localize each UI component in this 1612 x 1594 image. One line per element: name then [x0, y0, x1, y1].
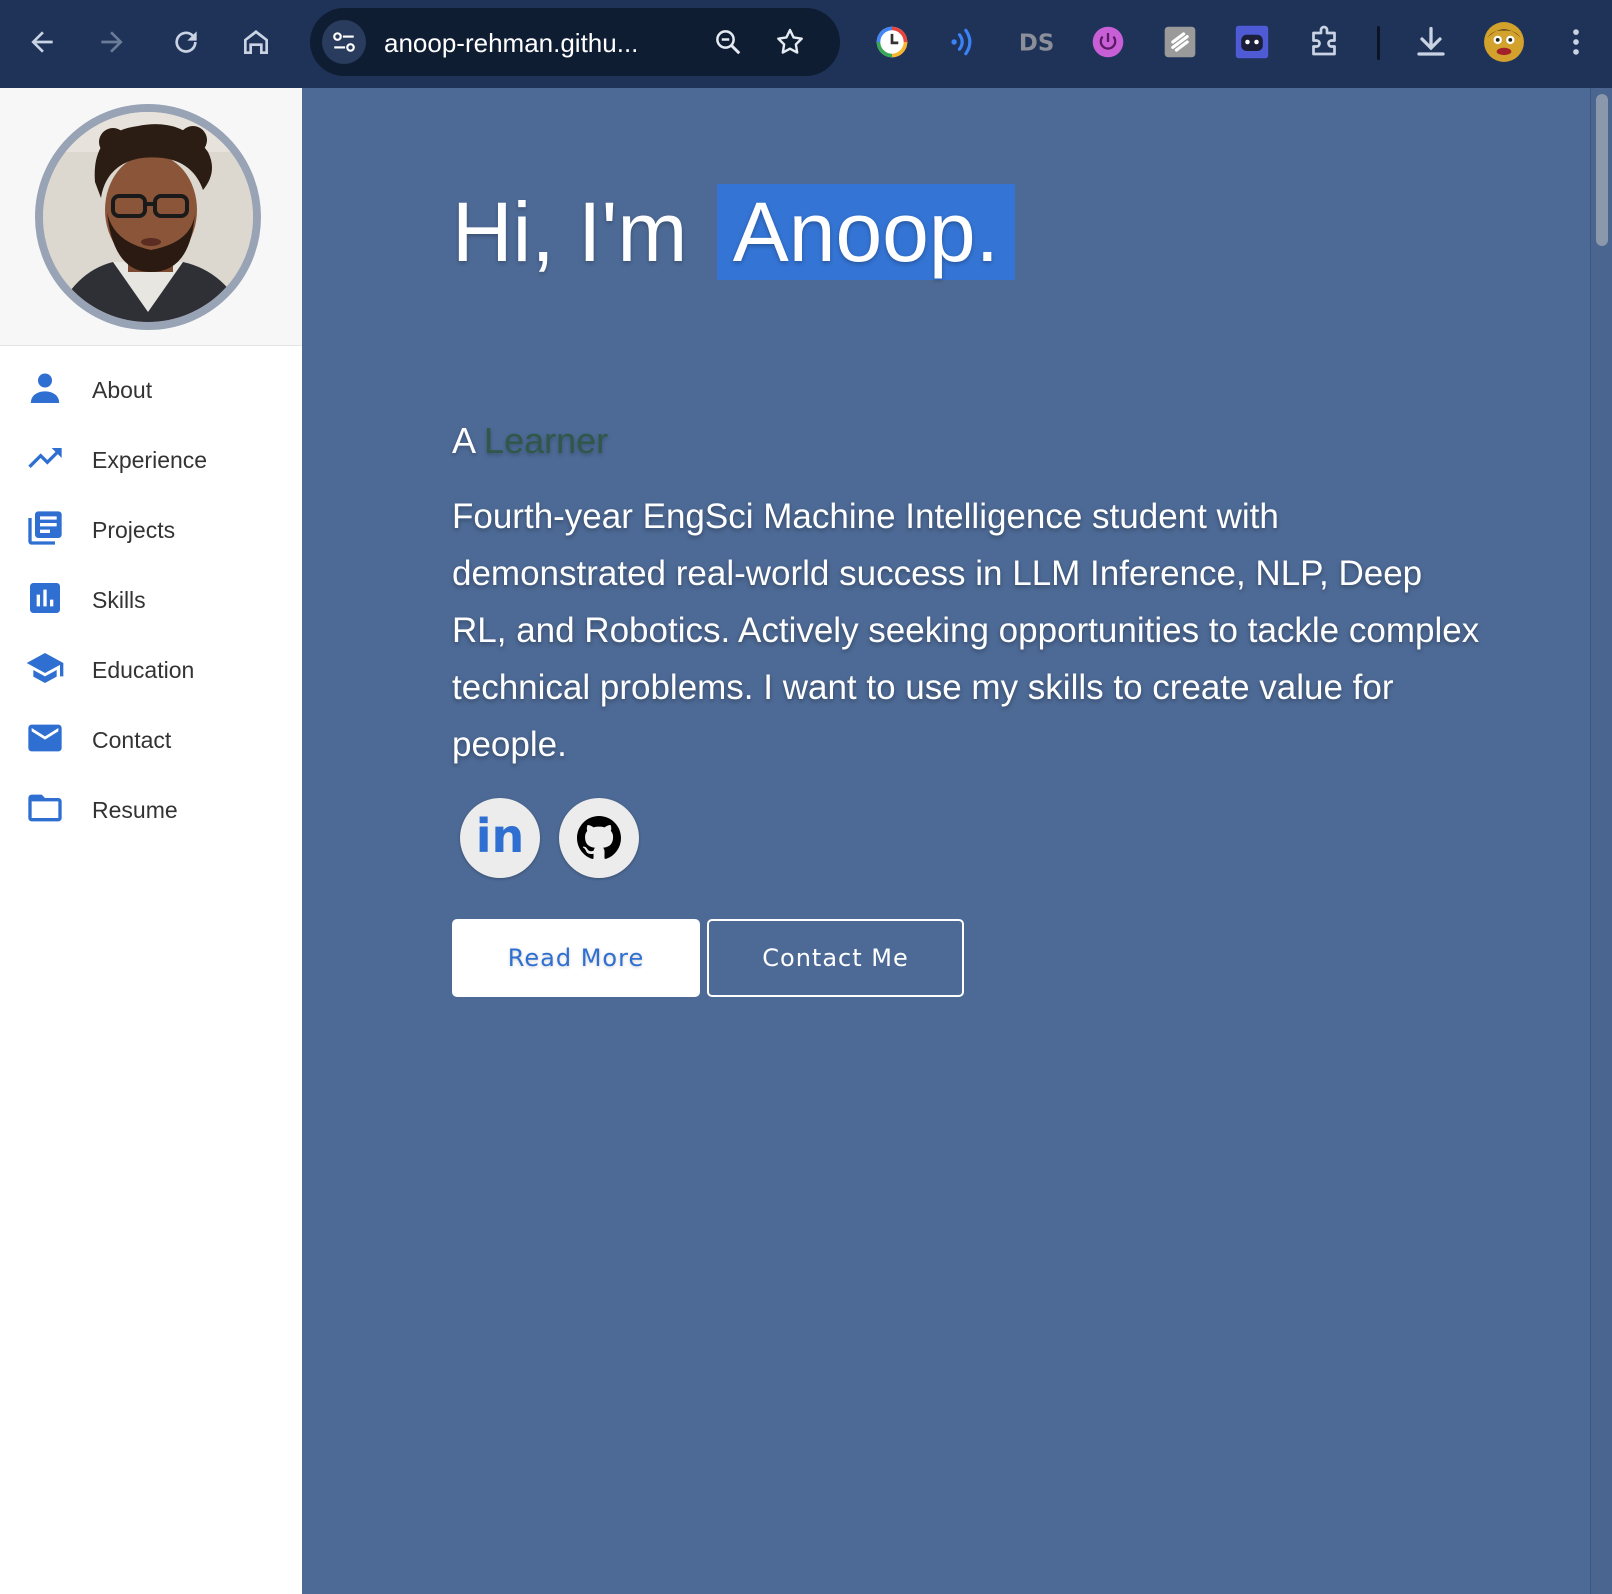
ds-extension-icon: DS	[1019, 31, 1054, 57]
downloads-button[interactable]	[1411, 22, 1451, 62]
extension-clock[interactable]	[872, 22, 912, 62]
linkedin-button[interactable]: in	[460, 798, 540, 878]
page-scrollbar[interactable]	[1590, 88, 1612, 1594]
contact-me-button[interactable]: Contact Me	[707, 919, 964, 997]
sidebar-item-education[interactable]: Education	[0, 633, 302, 703]
extension-audio[interactable]	[944, 22, 984, 62]
reload-icon	[175, 31, 197, 53]
sound-waves-icon	[951, 28, 972, 56]
bookmark-button[interactable]	[772, 24, 808, 60]
sidebar-item-contact[interactable]: Contact	[0, 703, 302, 773]
sidebar-menu: About Experience Projects Skills Educati…	[0, 353, 302, 843]
greeting-text: Hi, I'm	[452, 185, 688, 279]
hero-subtitle: A Learner	[452, 420, 608, 462]
trending-up-icon	[24, 438, 66, 478]
url-text[interactable]: anoop-rehman.githu...	[384, 28, 638, 59]
home-icon	[244, 30, 268, 54]
address-bar[interactable]: anoop-rehman.githu...	[310, 8, 840, 76]
sidebar-item-label: Skills	[92, 587, 146, 613]
menu-button[interactable]	[1556, 22, 1596, 62]
profile-avatar-icon	[1484, 22, 1524, 62]
tune-icon	[333, 32, 355, 52]
github-button[interactable]	[559, 798, 639, 878]
linkedin-icon: in	[475, 809, 525, 863]
scrollbar-thumb[interactable]	[1596, 94, 1608, 246]
clock-extension-icon	[876, 26, 908, 58]
extension-robot[interactable]	[1232, 22, 1272, 62]
sidebar-item-projects[interactable]: Projects	[0, 493, 302, 563]
subtitle-prefix: A	[452, 420, 475, 461]
subtitle-role: Learner	[484, 420, 609, 461]
site-info-button[interactable]	[322, 20, 366, 64]
more-vert-icon	[1573, 29, 1579, 55]
person-photo	[43, 112, 253, 322]
home-button[interactable]	[228, 14, 284, 70]
browser-toolbar: anoop-rehman.githu... DS	[0, 0, 1612, 88]
zoom-out-icon	[716, 30, 741, 55]
power-icon	[1092, 26, 1124, 58]
arrow-left-icon	[31, 31, 53, 53]
library-books-icon	[24, 508, 66, 548]
bar-chart-icon	[24, 578, 66, 618]
svg-text:DS: DS	[1019, 31, 1054, 57]
profile-photo	[35, 104, 261, 330]
reload-button[interactable]	[158, 14, 214, 70]
back-button[interactable]	[14, 14, 70, 70]
read-more-button[interactable]: Read More	[452, 919, 700, 997]
extension-ds[interactable]: DS	[1016, 22, 1056, 62]
profile-header	[0, 88, 302, 346]
sidebar-item-label: Experience	[92, 447, 208, 473]
extension-slash[interactable]	[1160, 22, 1200, 62]
star-icon	[777, 28, 803, 54]
person-icon	[24, 368, 66, 408]
robot-extension-icon	[1235, 25, 1269, 59]
sidebar-item-label: Contact	[92, 727, 172, 753]
sidebar-item-about[interactable]: About	[0, 353, 302, 423]
sidebar-item-label: Projects	[92, 517, 176, 543]
extension-power[interactable]	[1088, 22, 1128, 62]
hero-title: Hi, I'm Anoop.	[452, 184, 1015, 280]
main-content: Hi, I'm Anoop. A Learner Fourth-year Eng…	[302, 88, 1590, 1594]
forward-button[interactable]	[84, 14, 140, 70]
profile-button[interactable]	[1482, 20, 1526, 64]
download-icon	[1417, 26, 1445, 56]
zoom-button[interactable]	[710, 24, 746, 60]
puzzle-piece-icon	[1312, 25, 1336, 56]
sidebar-item-resume[interactable]: Resume	[0, 773, 302, 843]
bio-text: Fourth-year EngSci Machine Intelligence …	[452, 497, 1480, 764]
folder-icon	[24, 788, 66, 828]
sidebar-item-label: About	[92, 377, 153, 403]
toolbar-divider	[1377, 26, 1380, 60]
slash-extension-icon	[1164, 26, 1196, 58]
sidebar-item-label: Resume	[92, 797, 178, 823]
name-highlight: Anoop.	[716, 184, 1015, 280]
school-icon	[24, 648, 66, 688]
sidebar: About Experience Projects Skills Educati…	[0, 88, 302, 1594]
sidebar-item-experience[interactable]: Experience	[0, 423, 302, 493]
extensions-button[interactable]	[1304, 22, 1344, 62]
sidebar-item-label: Education	[92, 657, 195, 683]
mail-icon	[24, 718, 66, 758]
sidebar-item-skills[interactable]: Skills	[0, 563, 302, 633]
arrow-right-icon	[101, 31, 123, 53]
github-icon	[577, 816, 621, 859]
